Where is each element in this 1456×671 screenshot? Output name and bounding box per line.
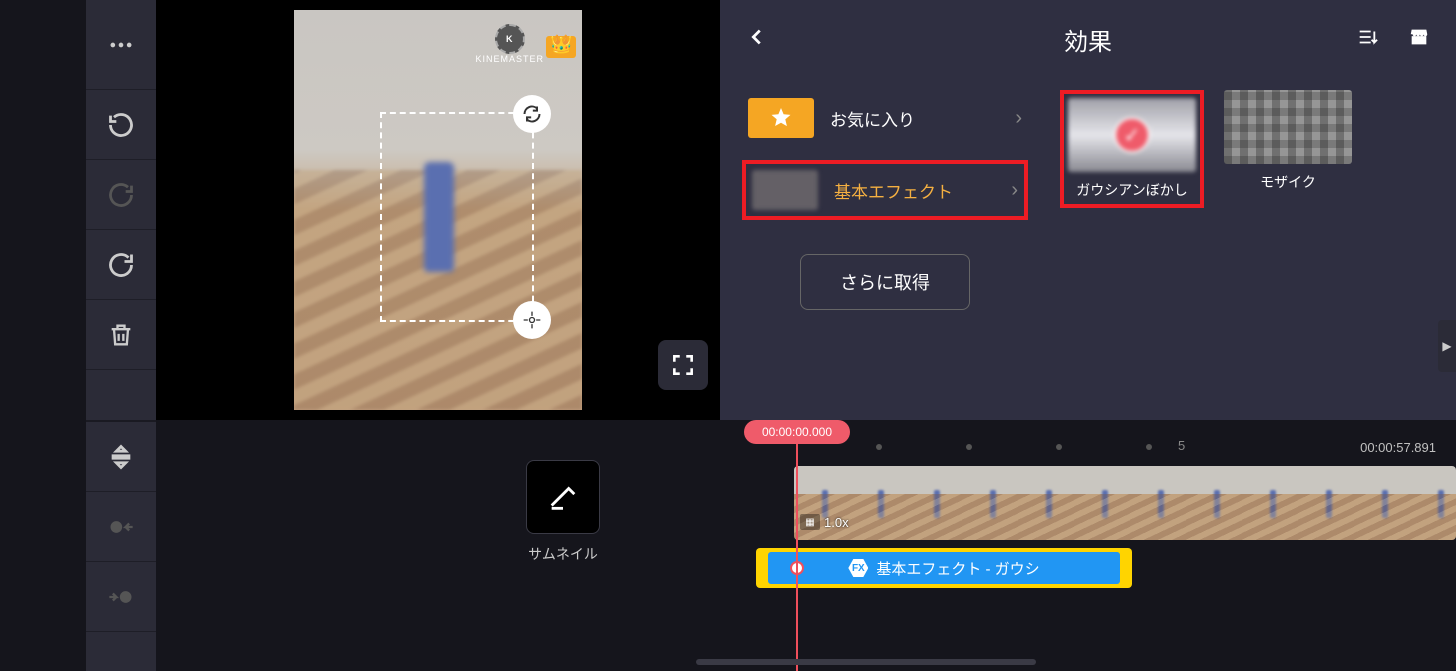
ruler-tick [1146,444,1152,450]
basic-effects-thumb [752,170,818,210]
timeline-area: サムネイル 5 00:00:57.891 ▦ 1.0x FX 基本エフェクト -… [156,420,1456,671]
effect-clip-label: 基本エフェクト - ガウシ [876,558,1039,579]
thumbnail-tool: サムネイル [516,460,610,564]
mosaic-label: モザイク [1260,172,1316,192]
keyframe-out-button[interactable] [86,562,156,632]
ruler-tick [876,444,882,450]
timeline-scrollbar[interactable] [696,659,1036,665]
timeline-sidebar [86,420,156,671]
panel-title: 効果 [1064,22,1112,57]
duration-label: 00:00:57.891 [1360,440,1436,455]
keyframe-in-button[interactable] [86,492,156,562]
store-button[interactable] [1408,26,1430,53]
get-more-button[interactable]: さらに取得 [800,254,970,310]
panel-header: 効果 [720,0,1456,78]
kinemaster-watermark: K KINEMASTER [475,24,544,64]
mosaic-thumb [1224,90,1352,164]
thumbnail-label: サムネイル [528,544,598,564]
undo-button[interactable] [86,90,156,160]
anchor-handle-icon[interactable] [513,301,551,339]
watermark-label: KINEMASTER [475,54,544,64]
playhead-time: 00:00:00.000 [744,420,850,444]
favorites-label: お気に入り [830,106,999,131]
kinemaster-logo-icon: K [495,24,525,54]
video-track-badge: ▦ 1.0x [800,514,849,530]
effect-clip-inner: FX 基本エフェクト - ガウシ [768,552,1120,584]
gaussian-thumb: ✓ [1068,98,1196,172]
video-clip-icon: ▦ [800,514,820,530]
ruler-tick [1056,444,1062,450]
basic-effects-label: 基本エフェクト [834,178,995,203]
premium-crown-icon[interactable] [546,36,576,58]
fullscreen-button[interactable] [658,340,708,390]
ruler-marker-5: 5 [1178,438,1185,453]
back-button[interactable] [746,26,768,53]
sort-button[interactable] [1356,26,1378,53]
video-preview[interactable]: K KINEMASTER [294,10,582,410]
redo-button[interactable] [86,160,156,230]
star-icon [748,98,814,138]
fx-icon: FX [848,558,868,578]
gaussian-label: ガウシアンぼかし [1076,180,1187,200]
rotate-handle-icon[interactable] [513,95,551,133]
chevron-right-icon: › [1011,179,1018,202]
video-track[interactable]: ▦ 1.0x [794,466,1456,540]
chevron-right-icon: › [1015,107,1022,130]
effect-clip[interactable]: FX 基本エフェクト - ガウシ [756,548,1132,588]
effects-panel: 効果 お気に入り › 基本エフェクト › さらに取得 ✓ [720,0,1456,420]
category-list: お気に入り › 基本エフェクト › さらに取得 [720,78,1050,324]
playhead[interactable]: 00:00:00.000 [796,428,798,671]
expand-tracks-button[interactable] [86,422,156,492]
basic-effects-category[interactable]: 基本エフェクト › [742,160,1028,220]
effects-grid: ✓ ガウシアンぼかし モザイク [1060,90,1352,208]
delete-button[interactable] [86,300,156,370]
thumbnail-button[interactable] [526,460,600,534]
preview-area: K KINEMASTER [156,0,720,420]
mosaic-tile[interactable]: モザイク [1224,90,1352,208]
right-drawer-handle[interactable]: ▶ [1438,320,1456,372]
replay-button[interactable] [86,230,156,300]
gaussian-blur-tile[interactable]: ✓ ガウシアンぼかし [1060,90,1204,208]
check-icon: ✓ [1114,117,1150,153]
more-button[interactable] [86,0,156,90]
speed-label: 1.0x [824,515,849,530]
favorites-category[interactable]: お気に入り › [742,92,1028,144]
effect-selection-box[interactable] [380,112,534,322]
ruler-tick [966,444,972,450]
